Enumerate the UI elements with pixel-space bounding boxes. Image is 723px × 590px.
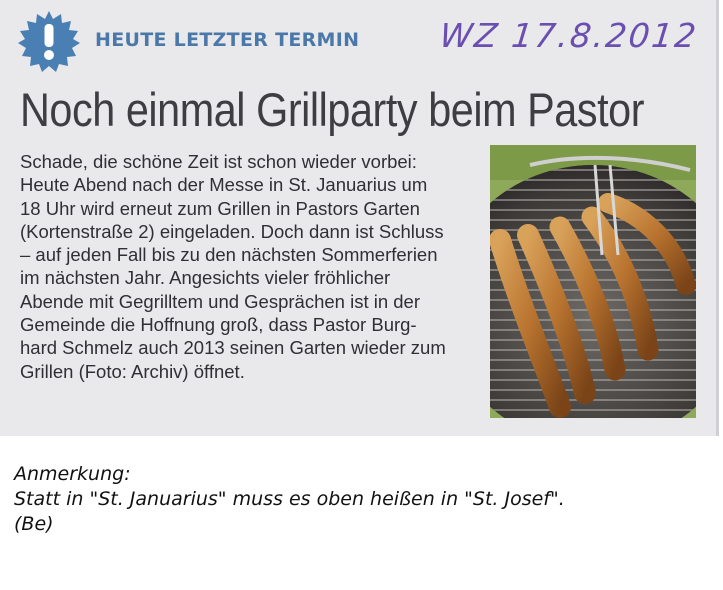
body-line: Grillen (Foto: Archiv) öffnet. bbox=[20, 360, 245, 382]
body-line: Schade, die schöne Zeit ist schon wieder… bbox=[20, 151, 417, 172]
note-signature: (Be) bbox=[14, 513, 54, 535]
newspaper-clipping: HEUTE LETZTER TERMIN WZ 17.8.2012 Noch e… bbox=[0, 0, 719, 436]
kicker-label: HEUTE LETZTER TERMIN bbox=[95, 29, 360, 51]
body-line: (Kortenstraße 2) eingeladen. Doch dann i… bbox=[20, 220, 444, 242]
note-label: Anmerkung: bbox=[14, 463, 131, 485]
headline: Noch einmal Grillparty beim Pastor bbox=[20, 83, 645, 136]
note-correction: Statt in "St. Januarius" muss es oben he… bbox=[14, 488, 565, 510]
body-line: hard Schmelz auch 2013 seinen Garten wie… bbox=[20, 337, 446, 359]
body-line: Heute Abend nach der Messe in St. Januar… bbox=[20, 174, 428, 196]
exclamation-burst-icon bbox=[18, 11, 80, 72]
grilled-sausages-photo bbox=[490, 145, 696, 418]
body-line: 18 Uhr wird erneut zum Grillen in Pastor… bbox=[20, 197, 420, 219]
body-line: im nächsten Jahr. Angesichts vieler fröh… bbox=[20, 267, 391, 289]
handwritten-date: WZ 17.8.2012 bbox=[437, 16, 700, 55]
body-line: – auf jeden Fall bis zu den nächsten Som… bbox=[20, 244, 438, 266]
annotation-note: Anmerkung: Statt in "St. Januarius" muss… bbox=[14, 462, 565, 537]
body-line: Gemeinde die Hoffnung groß, dass Pastor … bbox=[20, 314, 417, 336]
body-line: Abende mit Gegrilltem und Gesprächen ist… bbox=[20, 290, 421, 312]
article-body: Schade, die schöne Zeit ist schon wieder… bbox=[20, 150, 480, 383]
